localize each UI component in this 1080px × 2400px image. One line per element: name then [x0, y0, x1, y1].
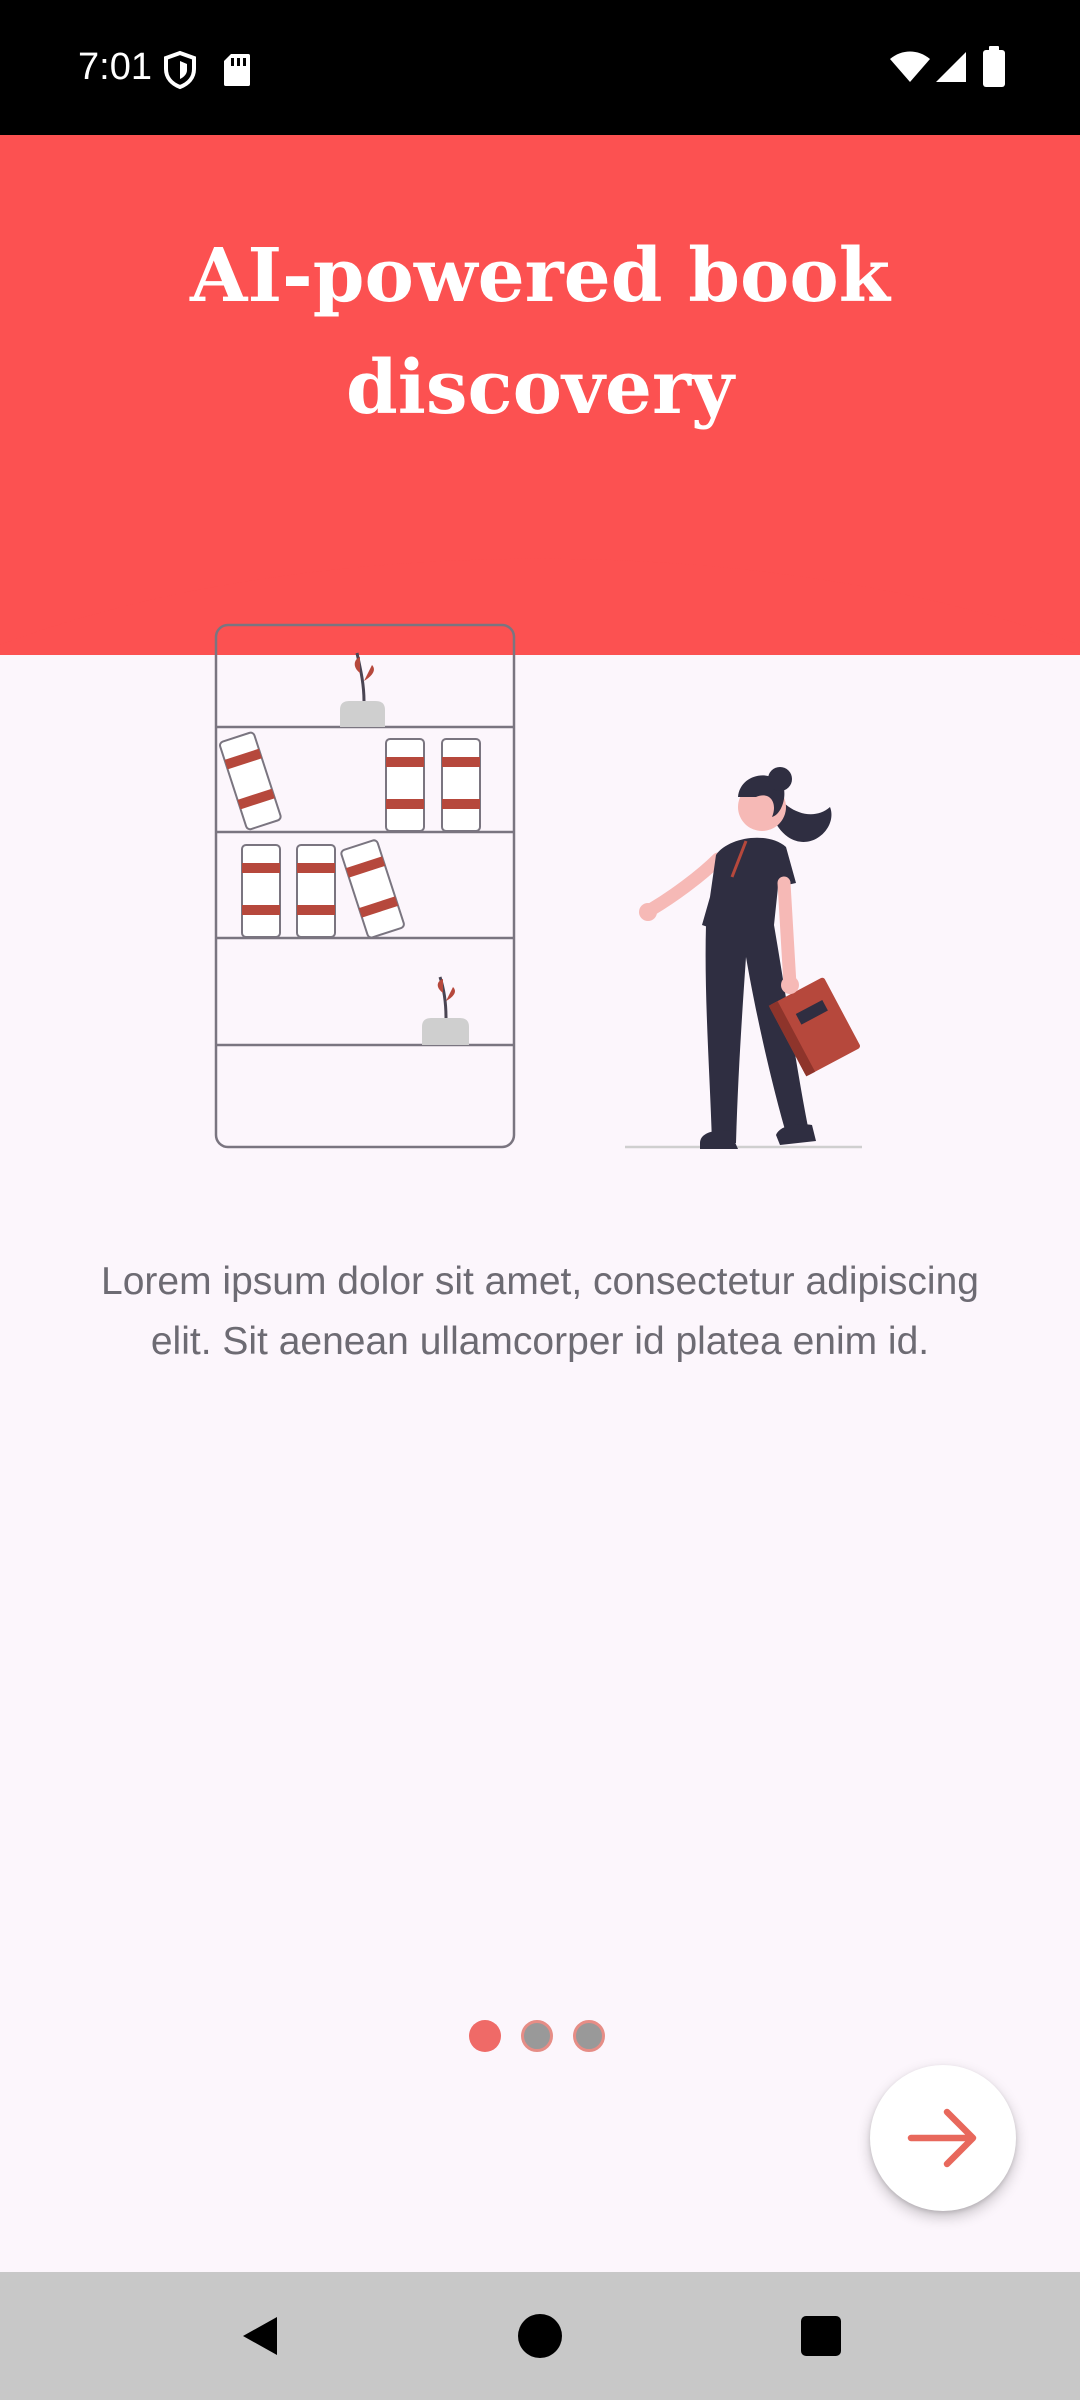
nav-recents-button[interactable] — [751, 2272, 891, 2400]
page-dot-2[interactable] — [521, 2020, 553, 2052]
battery-icon — [983, 46, 1005, 87]
wifi-icon — [890, 51, 930, 82]
arrow-right-icon — [907, 2108, 977, 2168]
cell-signal-icon — [936, 52, 966, 82]
recents-icon — [801, 2316, 841, 2356]
status-bar: 7:01 — [0, 0, 1080, 135]
nav-home-button[interactable] — [470, 2272, 610, 2400]
next-button[interactable] — [870, 2065, 1016, 2211]
sd-card-icon — [224, 54, 250, 86]
description-text: Lorem ipsum dolor sit amet, consectetur … — [101, 1260, 979, 1363]
status-time: 7:01 — [78, 46, 152, 88]
page-dot-3[interactable] — [573, 2020, 605, 2052]
page-dot-1[interactable] — [469, 2020, 501, 2052]
reading-illustration — [214, 623, 862, 1149]
nav-back-button[interactable] — [190, 2272, 330, 2400]
page-indicator — [469, 2020, 605, 2054]
woman-reader-illustration — [625, 767, 862, 1149]
page-title: AI-powered book discovery — [190, 233, 890, 431]
navigation-bar — [0, 2272, 1080, 2400]
bookshelf-illustration — [214, 623, 516, 1149]
back-icon — [243, 2317, 277, 2355]
home-icon — [518, 2314, 562, 2358]
shield-icon — [164, 50, 196, 90]
